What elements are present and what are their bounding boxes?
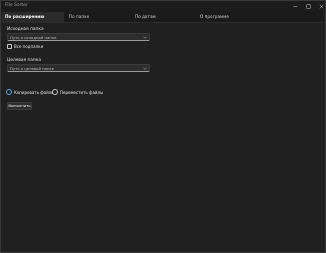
move-files-radio[interactable] bbox=[52, 89, 58, 95]
copy-files-radio[interactable] bbox=[6, 89, 12, 95]
move-files-label: Переместить файлы bbox=[60, 89, 104, 95]
subfolders-label: Все подпапки bbox=[14, 44, 44, 49]
chevron-down-icon[interactable] bbox=[143, 36, 147, 39]
source-folder-label: Исходная папка bbox=[7, 27, 44, 32]
minimize-icon bbox=[293, 5, 297, 7]
copy-files-label: Копировать файлы bbox=[14, 89, 55, 95]
maximize-icon bbox=[306, 4, 310, 8]
title-bar: File Sorter bbox=[1, 1, 325, 12]
tab-by-folder[interactable]: По папке bbox=[69, 12, 89, 22]
source-folder-input[interactable] bbox=[10, 34, 140, 40]
target-folder-combobox[interactable] bbox=[7, 64, 150, 72]
run-button[interactable]: Выполнить bbox=[7, 102, 32, 110]
target-folder-input[interactable] bbox=[10, 65, 140, 71]
tab-by-extension[interactable]: По расширению bbox=[2, 12, 64, 22]
tab-bar: По расширению По папке По датам О програ… bbox=[2, 12, 324, 23]
source-folder-combobox[interactable] bbox=[7, 33, 150, 41]
chevron-down-icon[interactable] bbox=[143, 67, 147, 70]
tab-about[interactable]: О программе bbox=[200, 12, 229, 22]
maximize-button[interactable] bbox=[301, 1, 315, 11]
app-window: File Sorter По расширению По папке По да… bbox=[0, 0, 326, 253]
target-folder-label: Целевая папка bbox=[7, 58, 41, 63]
tab-by-dates[interactable]: По датам bbox=[135, 12, 156, 22]
close-button[interactable] bbox=[314, 1, 326, 11]
minimize-button[interactable] bbox=[288, 1, 302, 11]
subfolders-checkbox[interactable] bbox=[7, 44, 12, 49]
window-title: File Sorter bbox=[5, 3, 28, 8]
close-icon bbox=[319, 4, 323, 8]
